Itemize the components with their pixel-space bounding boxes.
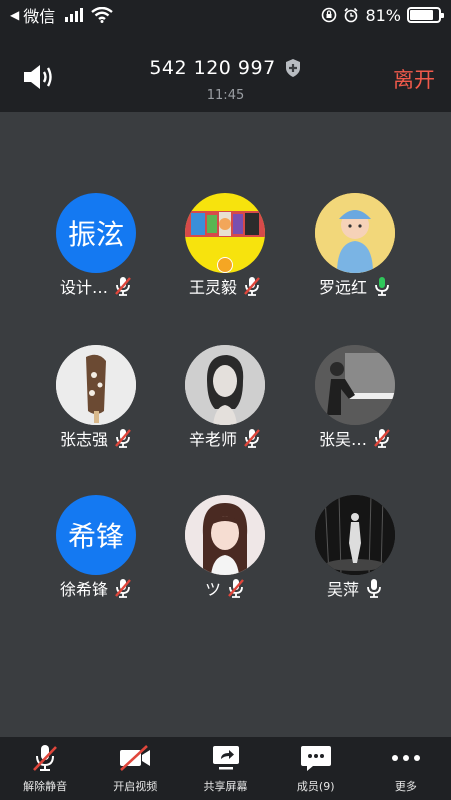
participant-tile[interactable]: 罗远红 bbox=[290, 193, 420, 303]
mic-muted-icon bbox=[374, 429, 390, 448]
avatar bbox=[315, 345, 395, 425]
host-badge-icon bbox=[217, 257, 233, 273]
girl-portrait-image bbox=[185, 495, 265, 575]
meeting-header: 542 120 997 11:45 离开 bbox=[0, 30, 451, 112]
leave-button[interactable]: 离开 bbox=[393, 64, 435, 94]
more-dots-icon bbox=[391, 755, 420, 761]
participant-name: 辛老师 bbox=[188, 430, 237, 449]
participant-tile[interactable]: 辛老师 bbox=[160, 345, 290, 455]
start-video-label: 开启视频 bbox=[113, 780, 158, 793]
members-button[interactable]: 成员(9) bbox=[271, 737, 361, 800]
mic-muted-icon bbox=[244, 429, 260, 448]
avatar bbox=[315, 193, 395, 273]
participant-tile[interactable]: 振泫 设计… bbox=[31, 193, 161, 303]
mic-muted-icon bbox=[115, 277, 131, 296]
start-video-button[interactable]: 开启视频 bbox=[90, 737, 180, 800]
alarm-clock-icon bbox=[344, 7, 359, 23]
participant-tile[interactable]: 张志强 bbox=[31, 345, 161, 455]
meeting-time: 11:45 bbox=[206, 88, 245, 103]
avatar bbox=[315, 495, 395, 575]
piano-player-image bbox=[315, 345, 395, 425]
participant-tile[interactable]: 希锋 徐希锋 bbox=[31, 495, 161, 605]
mic-active-icon bbox=[375, 277, 389, 296]
share-screen-icon bbox=[212, 746, 239, 770]
participant-name: 吴萍 bbox=[326, 580, 359, 599]
woman-portrait-image bbox=[185, 345, 265, 425]
participant-tile[interactable]: ツ bbox=[160, 495, 290, 605]
share-screen-button[interactable]: 共享屏幕 bbox=[180, 737, 270, 800]
video-off-icon bbox=[120, 745, 151, 771]
avatar bbox=[56, 345, 136, 425]
more-button[interactable]: 更多 bbox=[361, 737, 451, 800]
participant-name: 张吴… bbox=[318, 430, 367, 449]
participant-grid: 振泫 设计… 王灵毅 罗远红 张志强 辛老师 张吴… 希锋 徐希锋 ツ 吴萍 bbox=[0, 112, 451, 737]
participant-tile[interactable]: 吴萍 bbox=[290, 495, 420, 605]
mic-muted-icon bbox=[244, 277, 260, 296]
back-to-app[interactable]: ◀ 微信 bbox=[10, 3, 113, 27]
meeting-id-row[interactable]: 542 120 997 bbox=[0, 57, 451, 79]
unmute-button[interactable]: 解除静音 bbox=[0, 737, 90, 800]
participant-name: 设计… bbox=[59, 278, 108, 297]
mic-muted-icon bbox=[115, 429, 131, 448]
participant-name: 王灵毅 bbox=[188, 278, 237, 297]
meeting-id: 542 120 997 bbox=[149, 57, 276, 79]
mic-muted-icon bbox=[228, 579, 244, 598]
members-label: 成员(9) bbox=[296, 780, 335, 793]
mic-muted-icon bbox=[33, 745, 58, 771]
shield-icon bbox=[285, 59, 300, 77]
avatar: 振泫 bbox=[56, 193, 136, 273]
rain-figure-image bbox=[315, 495, 395, 575]
back-app-label: 微信 bbox=[23, 7, 56, 26]
participant-tile[interactable]: 王灵毅 bbox=[160, 193, 290, 303]
baby-photo-image bbox=[315, 193, 395, 273]
unmute-label: 解除静音 bbox=[23, 780, 68, 793]
rotation-lock-icon bbox=[322, 7, 337, 23]
avatar bbox=[185, 495, 265, 575]
meeting-toolbar: 解除静音 开启视频 共享屏幕 成员(9) 更多 bbox=[0, 737, 451, 800]
participant-tile[interactable]: 张吴… bbox=[290, 345, 420, 455]
more-label: 更多 bbox=[394, 780, 417, 793]
wifi-icon bbox=[91, 7, 113, 23]
chat-bubble-icon bbox=[300, 746, 331, 771]
share-screen-label: 共享屏幕 bbox=[203, 780, 248, 793]
battery-icon bbox=[407, 7, 444, 23]
avatar bbox=[185, 345, 265, 425]
ice-cream-bar-image bbox=[56, 345, 136, 425]
status-bar: ◀ 微信 81% bbox=[0, 0, 451, 30]
avatar: 希锋 bbox=[56, 495, 136, 575]
mic-muted-icon bbox=[115, 579, 131, 598]
participant-name: 徐希锋 bbox=[59, 580, 108, 599]
participant-name: 罗远红 bbox=[318, 278, 367, 297]
battery-percent: 81% bbox=[365, 5, 401, 25]
back-triangle-icon: ◀ bbox=[10, 8, 20, 22]
participant-name: 张志强 bbox=[59, 430, 108, 449]
cellular-signal-icon bbox=[65, 8, 84, 22]
mic-icon bbox=[367, 579, 381, 598]
participant-name: ツ bbox=[204, 580, 221, 599]
